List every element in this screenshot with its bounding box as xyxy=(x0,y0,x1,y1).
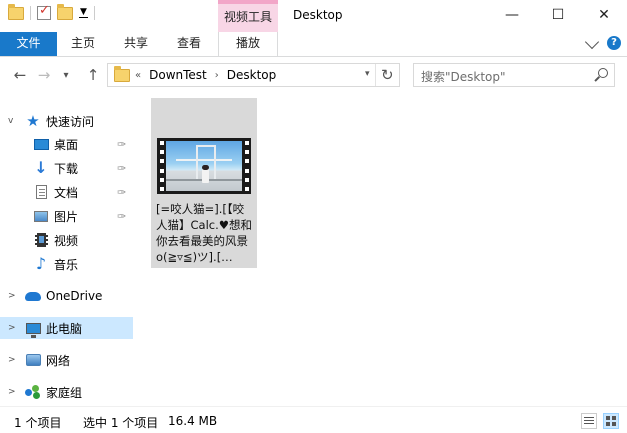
sidebar-item-downloads[interactable]: ↓ 下载 ✑ xyxy=(0,157,133,179)
title-bar: ▼ 视频工具 Desktop — ☐ ✕ xyxy=(0,0,627,32)
details-view-button[interactable] xyxy=(581,413,597,429)
ribbon-tabs: 文件 主页 共享 查看 播放 ? xyxy=(0,32,627,57)
collapse-icon[interactable]: v xyxy=(8,116,13,126)
video-icon xyxy=(34,233,48,247)
sidebar-item-music[interactable]: ♪ 音乐 xyxy=(0,253,133,275)
cloud-icon xyxy=(25,291,41,301)
homegroup-icon xyxy=(25,385,41,399)
close-icon: ✕ xyxy=(598,7,610,23)
minimize-button[interactable]: — xyxy=(489,0,535,30)
breadcrumb-downtest[interactable]: DownTest xyxy=(149,68,207,82)
sidebar-item-label: 此电脑 xyxy=(46,321,83,336)
folder-icon xyxy=(114,66,130,82)
expand-icon[interactable]: > xyxy=(8,387,16,397)
breadcrumb-desktop[interactable]: Desktop xyxy=(227,68,277,82)
status-bar: 1 个项目 选中 1 个项目 16.4 MB xyxy=(0,406,627,433)
minimize-icon: — xyxy=(505,7,519,23)
forward-button[interactable]: → xyxy=(34,65,54,85)
back-arrow-icon: ← xyxy=(13,66,27,84)
maximize-icon: ☐ xyxy=(551,7,565,23)
sidebar-item-label: 音乐 xyxy=(54,257,79,272)
file-item-video[interactable]: [=咬人猫=].[【咬人猫】Calc.♥想和你去看最美的风景o(≧▿≦)ツ].[… xyxy=(151,98,257,268)
file-list: [=咬人猫=].[【咬人猫】Calc.♥想和你去看最美的风景o(≧▿≦)ツ].[… xyxy=(137,93,627,406)
sidebar-item-desktop[interactable]: 桌面 ✑ xyxy=(0,133,133,155)
expand-icon[interactable]: > xyxy=(8,323,16,333)
star-icon: ★ xyxy=(26,111,40,130)
sidebar-item-quick-access[interactable]: v ★ 快速访问 xyxy=(0,110,133,132)
qat-separator xyxy=(30,6,31,20)
file-name: [=咬人猫=].[【咬人猫】Calc.♥想和你去看最美的风景o(≧▿≦)ツ].[… xyxy=(156,202,253,264)
expand-icon[interactable]: > xyxy=(8,355,16,365)
document-icon xyxy=(35,185,47,199)
pin-icon[interactable]: ✑ xyxy=(117,210,126,223)
sidebar-item-label: OneDrive xyxy=(46,289,103,303)
navigation-bar: ← → ▾ ↑ « DownTest › Desktop ▾ ↻ 搜索"Desk… xyxy=(0,57,627,93)
computer-icon xyxy=(25,322,41,338)
breadcrumb: « DownTest › Desktop xyxy=(135,68,276,82)
quick-access-toolbar: ▼ xyxy=(8,3,95,20)
download-icon: ↓ xyxy=(34,158,48,177)
context-tab-video-tools: 视频工具 xyxy=(218,0,278,32)
qat-dropdown-icon[interactable]: ▼ xyxy=(79,8,88,18)
pin-icon[interactable]: ✑ xyxy=(117,162,126,175)
chevron-down-icon: ▾ xyxy=(63,69,69,81)
refresh-icon[interactable]: ↻ xyxy=(381,66,394,84)
sidebar-item-documents[interactable]: 文档 ✑ xyxy=(0,181,133,203)
sidebar-item-network[interactable]: > 网络 xyxy=(0,349,133,371)
tab-file[interactable]: 文件 xyxy=(0,32,57,56)
close-button[interactable]: ✕ xyxy=(581,0,627,30)
expand-icon[interactable]: > xyxy=(8,291,16,301)
music-icon: ♪ xyxy=(35,254,47,273)
selected-count: 选中 1 个项目 xyxy=(83,416,159,430)
sidebar-item-label: 视频 xyxy=(54,233,79,248)
breadcrumb-separator-icon[interactable]: › xyxy=(215,70,219,81)
maximize-button[interactable]: ☐ xyxy=(535,0,581,30)
sidebar-item-label: 图片 xyxy=(54,209,79,224)
recent-locations-button[interactable]: ▾ xyxy=(56,65,76,85)
sidebar-item-pictures[interactable]: 图片 ✑ xyxy=(0,205,133,227)
sidebar-item-this-pc[interactable]: > 此电脑 xyxy=(0,317,133,339)
sidebar-item-label: 文档 xyxy=(54,185,79,200)
tab-view[interactable]: 查看 xyxy=(166,32,212,56)
tab-share[interactable]: 共享 xyxy=(113,32,159,56)
pin-icon[interactable]: ✑ xyxy=(117,186,126,199)
address-dropdown-icon[interactable]: ▾ xyxy=(365,69,370,79)
address-bar[interactable]: « DownTest › Desktop ▾ ↻ xyxy=(107,63,400,87)
picture-icon xyxy=(34,210,48,222)
tab-play[interactable]: 播放 xyxy=(218,32,278,56)
pin-icon[interactable]: ✑ xyxy=(117,138,126,151)
help-icon[interactable]: ? xyxy=(607,36,621,50)
sidebar-item-label: 下载 xyxy=(54,161,79,176)
overflow-crumb-icon[interactable]: « xyxy=(135,70,141,81)
item-count: 1 个项目 xyxy=(14,416,62,430)
sidebar-item-label: 桌面 xyxy=(54,137,79,152)
new-folder-icon[interactable] xyxy=(57,3,73,20)
sidebar-item-label: 网络 xyxy=(46,353,71,368)
properties-icon[interactable] xyxy=(37,3,51,20)
sidebar-item-label: 家庭组 xyxy=(46,385,83,400)
sidebar-item-videos[interactable]: 视频 xyxy=(0,229,133,251)
network-icon xyxy=(25,354,41,366)
search-icon xyxy=(598,68,608,78)
forward-arrow-icon: → xyxy=(37,66,51,84)
window-title: Desktop xyxy=(293,8,343,22)
sidebar-item-onedrive[interactable]: > OneDrive xyxy=(0,285,133,307)
up-arrow-icon: ↑ xyxy=(86,66,100,84)
search-input[interactable]: 搜索"Desktop" xyxy=(421,68,506,85)
sidebar-item-homegroup[interactable]: > 家庭组 xyxy=(0,381,133,403)
qat-separator xyxy=(93,6,95,20)
selected-size: 16.4 MB xyxy=(168,414,218,428)
desktop-icon xyxy=(33,138,49,150)
navigation-pane: v ★ 快速访问 桌面 ✑ ↓ 下载 ✑ 文档 ✑ 图片 ✑ 视频 ♪ 音乐 >… xyxy=(0,93,137,406)
up-button[interactable]: ↑ xyxy=(83,65,103,85)
folder-icon xyxy=(8,3,24,20)
back-button[interactable]: ← xyxy=(10,65,30,85)
search-box[interactable]: 搜索"Desktop" xyxy=(413,63,615,87)
tab-home[interactable]: 主页 xyxy=(60,32,106,56)
large-icons-view-button[interactable] xyxy=(603,413,619,429)
video-thumbnail xyxy=(157,138,251,194)
sidebar-item-label: 快速访问 xyxy=(46,114,95,129)
expand-ribbon-icon[interactable] xyxy=(584,34,600,49)
